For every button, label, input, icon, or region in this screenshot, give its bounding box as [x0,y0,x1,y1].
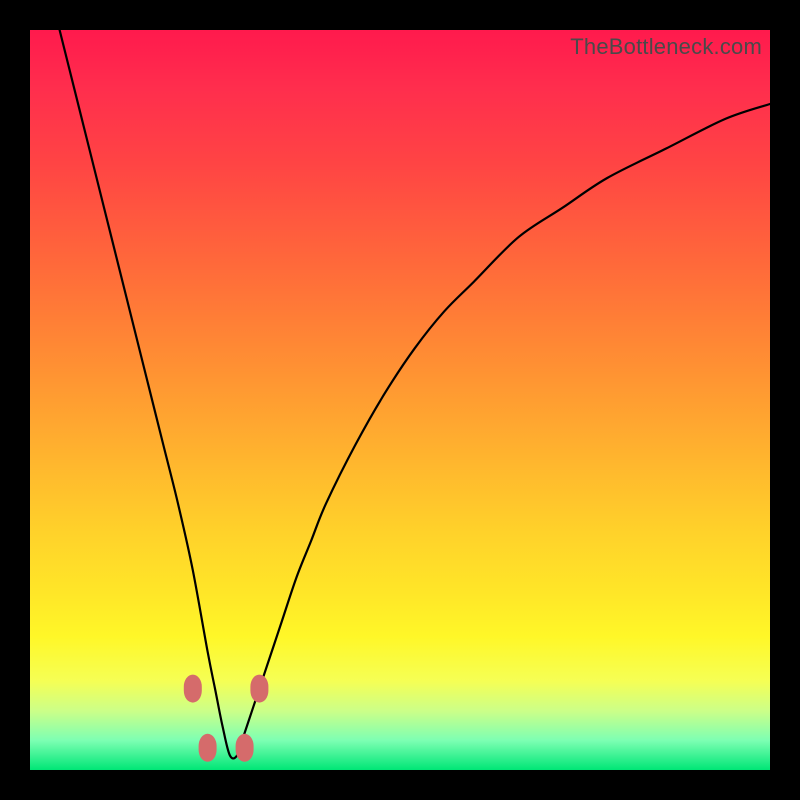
curve-marker [236,734,254,762]
bottleneck-curve-svg [30,30,770,770]
curve-marker [184,675,202,703]
curve-markers [184,675,269,762]
plot-area: TheBottleneck.com [30,30,770,770]
curve-marker [199,734,217,762]
watermark-text: TheBottleneck.com [570,34,762,60]
bottleneck-curve-path [60,30,770,758]
curve-marker [250,675,268,703]
